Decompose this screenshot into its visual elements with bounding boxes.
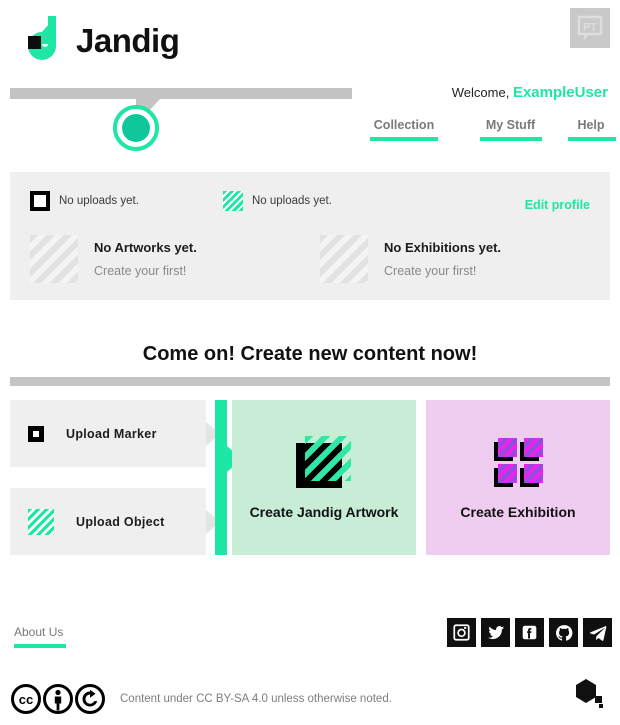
- svg-text:cc: cc: [19, 692, 33, 707]
- nav-underline: [370, 137, 438, 141]
- upload-column: Upload Marker Upload Object: [10, 400, 206, 555]
- telegram-icon: [589, 625, 606, 641]
- empty-title: No Artworks yet.: [94, 240, 197, 255]
- empty-artworks-text: No Artworks yet. Create your first!: [94, 240, 197, 278]
- instagram-link[interactable]: [447, 618, 476, 647]
- site-header: Jandig PT: [0, 0, 620, 80]
- nav-underline: [479, 137, 542, 141]
- about-us-underline: [14, 644, 66, 648]
- object-striped-icon: [223, 191, 243, 211]
- empty-title: No Exhibitions yet.: [384, 240, 502, 255]
- stat-text: No uploads yet.: [59, 195, 139, 207]
- empty-exhibitions: No Exhibitions yet. Create your first!: [320, 235, 501, 283]
- profile-summary-card: No uploads yet. No uploads yet. Edit pro…: [10, 172, 610, 300]
- marker-square-icon: [28, 425, 44, 442]
- progress-bar: [10, 88, 352, 99]
- nav-label: My Stuff: [485, 118, 536, 132]
- cta-divider: [10, 377, 610, 386]
- upload-label: Upload Marker: [66, 426, 157, 441]
- stat-markers: No uploads yet.: [30, 191, 139, 211]
- exhibition-tile: [520, 463, 543, 487]
- license-text: Content under CC BY-SA 4.0 unless otherw…: [120, 693, 392, 705]
- svg-text:PT: PT: [583, 22, 597, 34]
- upload-label: Upload Object: [76, 514, 165, 529]
- about-us-label: About Us: [14, 625, 64, 639]
- accent-connector-bar: [215, 400, 227, 555]
- create-exhibition-card[interactable]: Create Exhibition: [426, 400, 610, 555]
- site-logo[interactable]: Jandig: [22, 14, 180, 66]
- empty-exhibitions-text: No Exhibitions yet. Create your first!: [384, 240, 501, 278]
- exhibition-grid-icon: [490, 436, 546, 488]
- nav-underline: [568, 137, 616, 141]
- tile-face: [498, 437, 517, 457]
- about-us-link[interactable]: About Us: [14, 625, 66, 648]
- stat-objects: No uploads yet.: [223, 191, 332, 211]
- artwork-placeholder-icon: [30, 235, 78, 283]
- language-badge[interactable]: PT: [570, 8, 610, 48]
- license-row: cc Content under CC BY-SA 4.0 unless oth…: [10, 683, 392, 715]
- twitter-icon: [487, 625, 504, 639]
- facebook-link[interactable]: [515, 618, 544, 647]
- instagram-icon: [453, 624, 470, 641]
- cc-by-icon: [43, 684, 73, 714]
- cc-icon: cc: [11, 684, 41, 714]
- cta-heading: Come on! Create new content now!: [142, 343, 478, 365]
- hexagon-brand-icon: [576, 679, 603, 708]
- jandig-artwork-icon: [296, 435, 352, 488]
- nav-item-my-stuff[interactable]: My Stuff: [459, 118, 562, 141]
- create-exhibition-label: Create Exhibition: [460, 503, 576, 520]
- facebook-icon: [522, 625, 537, 640]
- marker-dot-decoration: [122, 114, 150, 142]
- create-artwork-label: Create Jandig Artwork: [249, 503, 399, 520]
- social-links: [447, 618, 612, 647]
- exhibition-tile: [494, 437, 517, 461]
- tile-face: [498, 463, 517, 483]
- speech-bubble-icon: PT: [577, 15, 603, 40]
- upload-object-button[interactable]: Upload Object: [10, 488, 206, 555]
- nav-item-help[interactable]: Help: [562, 118, 620, 141]
- username-link[interactable]: ExampleUser: [513, 84, 608, 101]
- stat-text: No uploads yet.: [252, 195, 332, 207]
- nav-label: Collection: [373, 118, 435, 132]
- cc-badges[interactable]: cc: [10, 683, 106, 715]
- exhibition-placeholder-icon: [320, 235, 368, 283]
- empty-artworks: No Artworks yet. Create your first!: [30, 235, 197, 283]
- upload-marker-button[interactable]: Upload Marker: [10, 400, 206, 467]
- empty-subtitle[interactable]: Create your first!: [384, 264, 501, 278]
- exhibition-tile: [494, 463, 517, 487]
- profile-stats-row: No uploads yet. No uploads yet. Edit pro…: [10, 172, 610, 224]
- welcome-prefix: Welcome,: [451, 85, 510, 100]
- exhibition-tile: [520, 437, 543, 461]
- github-icon: [555, 624, 572, 641]
- jandig-profile-page: Jandig PT Welcome, ExampleUser Collectio…: [0, 0, 620, 725]
- tile-face: [524, 437, 543, 457]
- create-artwork-card[interactable]: Create Jandig Artwork: [232, 400, 416, 555]
- nav-label: Help: [577, 118, 605, 132]
- twitter-link[interactable]: [481, 618, 510, 647]
- object-striped-icon: [28, 508, 54, 535]
- telegram-link[interactable]: [583, 618, 612, 647]
- create-actions-section: Upload Marker Upload Object Create Jandi…: [10, 400, 610, 555]
- main-navigation: Collection My Stuff Help: [349, 118, 620, 141]
- github-link[interactable]: [549, 618, 578, 647]
- cc-sa-icon: [75, 684, 105, 714]
- edit-profile-button[interactable]: Edit profile: [525, 198, 590, 212]
- empty-subtitle[interactable]: Create your first!: [94, 264, 197, 278]
- marker-square-icon: [30, 191, 50, 211]
- nav-item-collection[interactable]: Collection: [349, 118, 459, 141]
- artwork-icon-stripes: [305, 435, 351, 481]
- welcome-message: Welcome, ExampleUser: [452, 84, 608, 101]
- tile-face: [524, 463, 543, 483]
- jandig-j-logo-icon: [28, 16, 56, 60]
- logo-text: Jandig: [76, 21, 180, 59]
